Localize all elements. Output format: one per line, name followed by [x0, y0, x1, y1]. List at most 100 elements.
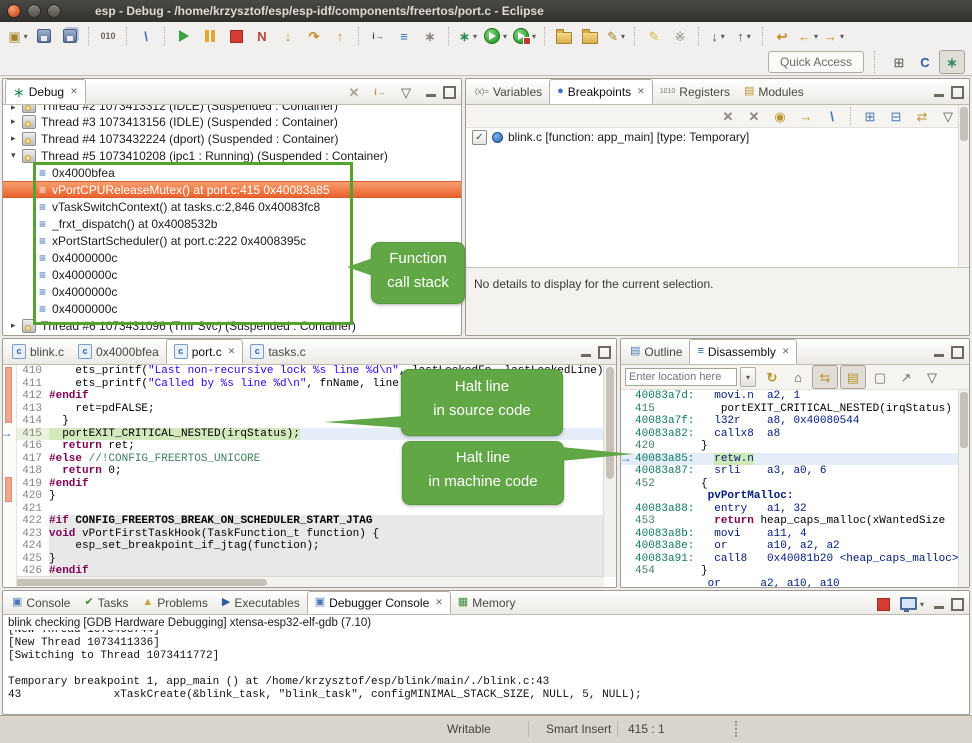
editor-horizontal-scrollbar[interactable] [3, 576, 604, 588]
window-close-button[interactable] [7, 4, 21, 18]
minimize-icon[interactable] [581, 354, 591, 357]
tab-registers[interactable]: 1010Registers [653, 79, 737, 104]
expand-icon[interactable]: ▸ [11, 320, 22, 331]
save-all-button[interactable] [58, 25, 82, 47]
debug-thread-row[interactable]: ▸Thread #3 1073413156 (IDLE) (Suspended … [3, 113, 461, 130]
debug-thread-row[interactable]: ▸Thread #6 1073431096 (Tmr Svc) (Suspend… [3, 317, 461, 334]
tab-breakpoints[interactable]: ●Breakpoints✕ [549, 79, 653, 104]
tab-port-c[interactable]: cport.c✕ [166, 339, 244, 364]
minimize-icon[interactable] [934, 354, 944, 357]
go-to-file-button[interactable]: → [794, 105, 818, 127]
remove-all-terminated-button[interactable]: ✕ [342, 81, 366, 103]
terminate-button[interactable] [224, 25, 248, 47]
instruction-stepping-mode-button[interactable]: i→ [368, 81, 392, 103]
resume-button[interactable] [172, 25, 196, 47]
close-tab-icon[interactable]: ✕ [70, 86, 78, 97]
dropdown-arrow-icon[interactable]: ▾ [747, 32, 751, 41]
tab-disassembly[interactable]: ≡Disassembly✕ [689, 339, 797, 364]
tab-debugger-console[interactable]: ▣Debugger Console✕ [307, 591, 451, 614]
disconnect-button[interactable]: N [250, 25, 274, 47]
editor-vertical-scrollbar[interactable] [603, 365, 616, 577]
last-edit-location-button[interactable]: ↩ [770, 25, 794, 47]
window-minimize-button[interactable] [27, 4, 41, 18]
dropdown-arrow-icon[interactable]: ▾ [721, 32, 725, 41]
view-menu-button[interactable]: ▽ [936, 105, 960, 127]
tab-0x4000bfea[interactable]: c0x4000bfea [71, 339, 166, 364]
remove-all-breakpoints-button[interactable]: ✕ [742, 105, 766, 127]
collapse-all-button[interactable]: ⊟ [884, 105, 908, 127]
open-element-button[interactable] [578, 25, 602, 47]
debug-thread-row[interactable]: ▸Thread #4 1073432224 (dport) (Suspended… [3, 130, 461, 147]
stack-frame-row[interactable]: ≡_frxt_dispatch() at 0x4008532b [3, 215, 461, 232]
view-menu-button[interactable]: ▽ [920, 366, 944, 388]
quick-access-button[interactable]: Quick Access [768, 51, 864, 73]
display-selected-console-button[interactable]: ▾ [898, 593, 926, 615]
dropdown-arrow-icon[interactable]: ▾ [840, 32, 844, 41]
home-button[interactable]: ⌂ [786, 366, 810, 388]
terminate-console-button[interactable] [872, 593, 896, 615]
expand-all-button[interactable]: ⊞ [858, 105, 882, 127]
disassembly-scrollbar[interactable] [958, 390, 969, 588]
use-step-filters-button[interactable]: ≡ [392, 25, 416, 47]
instruction-stepping-button[interactable]: i→ [366, 25, 390, 47]
scrollbar-thumb[interactable] [960, 107, 968, 141]
skip-all-breakpoints-view-button[interactable]: \ [820, 105, 844, 127]
debug-thread-row[interactable]: ▸Thread #2 1073413312 (IDLE) (Suspended … [3, 105, 461, 113]
save-button[interactable] [32, 25, 56, 47]
show-breakpoints-for-selection-button[interactable]: ◉ [768, 105, 792, 127]
skip-all-breakpoints-button[interactable]: \ [134, 25, 158, 47]
maximize-icon[interactable] [951, 598, 964, 611]
scrollbar-thumb[interactable] [5, 579, 267, 586]
mark-occurrences-button[interactable]: ✎ [642, 25, 666, 47]
search-button[interactable]: ✎▾ [604, 25, 628, 47]
dropdown-arrow-icon[interactable]: ▾ [24, 32, 28, 41]
minimize-icon[interactable] [426, 94, 436, 97]
tab-variables[interactable]: (x)=Variables [468, 79, 549, 104]
sync-with-context-button[interactable]: ⇆ [812, 365, 838, 389]
back-button[interactable]: ←▾ [796, 25, 820, 47]
minimize-icon[interactable] [934, 606, 944, 609]
tab-outline[interactable]: ▤Outline [623, 339, 689, 364]
dropdown-arrow-icon[interactable]: ▾ [473, 32, 477, 41]
previous-annotation-button[interactable]: ↑▾ [732, 25, 756, 47]
scrollbar-thumb[interactable] [606, 367, 614, 479]
link-with-debug-view-button[interactable]: ⇄ [910, 105, 934, 127]
collapse-icon[interactable]: ▾ [11, 150, 22, 161]
maximize-icon[interactable] [951, 346, 964, 359]
scrollbar-thumb[interactable] [960, 392, 968, 448]
expand-icon[interactable]: ▸ [11, 133, 22, 144]
new-project-button[interactable] [552, 25, 576, 47]
annotations-button[interactable]: ※ [668, 25, 692, 47]
minimize-icon[interactable] [934, 94, 944, 97]
build-button[interactable]: 010 [96, 25, 120, 47]
disassembly-body[interactable]: 40083a7d: movi.n a2, 1415 portEXIT_CRITI… [621, 390, 969, 588]
forward-button[interactable]: →▾ [822, 25, 846, 47]
dropdown-arrow-icon[interactable]: ▾ [532, 32, 536, 41]
breakpoint-checkbox[interactable] [472, 130, 487, 145]
step-into-button[interactable]: ↓ [276, 25, 300, 47]
close-tab-icon[interactable]: ✕ [228, 346, 236, 357]
tab-memory[interactable]: ▦Memory [451, 591, 523, 614]
expand-icon[interactable]: ▸ [11, 105, 22, 113]
tab-tasks-c[interactable]: ctasks.c [243, 339, 312, 364]
tab-tasks[interactable]: ✔Tasks [77, 591, 135, 614]
maximize-icon[interactable] [598, 346, 611, 359]
view-menu-button[interactable]: ▽ [394, 81, 418, 103]
dropdown-arrow-icon[interactable]: ▾ [621, 32, 625, 41]
breakpoint-row[interactable]: blink.c [function: app_main] [type: Temp… [466, 128, 969, 146]
step-return-button[interactable]: ↑ [328, 25, 352, 47]
stack-frame-row[interactable]: ≡0x4000bfea [3, 164, 461, 181]
maximize-icon[interactable] [951, 86, 964, 99]
external-tools-button[interactable]: ▾ [511, 25, 538, 47]
debug-button[interactable]: ∗▾ [456, 25, 480, 47]
location-input[interactable] [625, 368, 737, 386]
breakpoints-scrollbar[interactable] [958, 105, 969, 269]
close-tab-icon[interactable]: ✕ [782, 346, 790, 357]
maximize-icon[interactable] [443, 86, 456, 99]
expand-icon[interactable]: ▸ [11, 116, 22, 127]
step-over-button[interactable]: ↷ [302, 25, 326, 47]
dropdown-arrow-icon[interactable]: ▾ [503, 32, 507, 41]
show-source-button[interactable]: ▤ [840, 365, 866, 389]
new-button[interactable]: ▣▾ [6, 25, 30, 47]
export-button[interactable]: ↗ [894, 366, 918, 388]
